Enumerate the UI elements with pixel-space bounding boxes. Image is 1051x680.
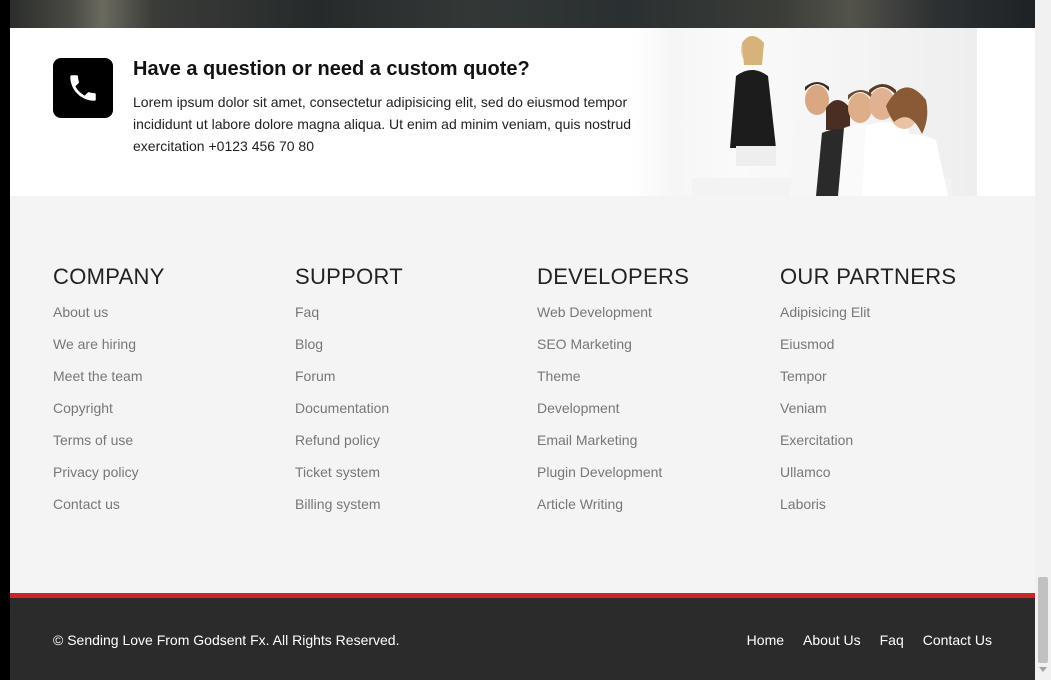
link-exercitation[interactable]: Exercitation — [780, 432, 853, 448]
link-contact-us[interactable]: Contact us — [53, 496, 120, 512]
column-heading: SUPPORT — [295, 264, 404, 289]
link-plugin-development[interactable]: Plugin Development — [537, 464, 662, 480]
link-eiusmod[interactable]: Eiusmod — [780, 336, 834, 352]
link-privacy-policy[interactable]: Privacy policy — [53, 464, 139, 480]
link-development[interactable]: Development — [537, 400, 620, 416]
link-faq[interactable]: Faq — [295, 304, 319, 320]
quote-section: Have a question or need a custom quote? … — [10, 28, 1035, 196]
vertical-scrollbar[interactable] — [1035, 0, 1051, 680]
footer-links: COMPANY About us We are hiring Meet the … — [10, 196, 1035, 593]
link-about-us[interactable]: About us — [53, 304, 108, 320]
bottom-bar: © Sending Love From Godsent Fx. All Righ… — [10, 598, 1035, 680]
link-adipisicing-elit[interactable]: Adipisicing Elit — [780, 304, 870, 320]
link-article-writing[interactable]: Article Writing — [537, 496, 623, 512]
link-blog[interactable]: Blog — [295, 336, 323, 352]
nav-faq[interactable]: Faq — [880, 632, 904, 648]
column-heading: DEVELOPERS — [537, 264, 690, 289]
quote-text: Lorem ipsum dolor sit amet, consectetur … — [133, 94, 632, 154]
nav-home[interactable]: Home — [747, 632, 784, 648]
link-meet-the-team[interactable]: Meet the team — [53, 368, 143, 384]
copyright-text: © Sending Love From Godsent Fx. All Righ… — [53, 632, 400, 648]
link-billing-system[interactable]: Billing system — [295, 496, 381, 512]
column-heading: OUR PARTNERS — [780, 264, 957, 289]
link-refund-policy[interactable]: Refund policy — [295, 432, 380, 448]
scroll-down-arrow-icon[interactable] — [1039, 667, 1047, 672]
link-web-development[interactable]: Web Development — [537, 304, 652, 320]
link-documentation[interactable]: Documentation — [295, 400, 389, 416]
link-laboris[interactable]: Laboris — [780, 496, 826, 512]
footer-column-developers: DEVELOPERS Web Development SEO Marketing… — [537, 264, 767, 528]
link-terms-of-use[interactable]: Terms of use — [53, 432, 133, 448]
phone-icon — [53, 58, 113, 118]
page: Have a question or need a custom quote? … — [10, 0, 1035, 680]
column-heading: COMPANY — [53, 264, 165, 289]
link-tempor[interactable]: Tempor — [780, 368, 827, 384]
bottom-nav: Home About Us Faq Contact Us — [747, 632, 992, 648]
scrollbar-thumb[interactable] — [1038, 577, 1048, 663]
footer-column-partners: OUR PARTNERS Adipisicing Elit Eiusmod Te… — [780, 264, 1010, 528]
link-ullamco[interactable]: Ullamco — [780, 464, 831, 480]
link-email-marketing[interactable]: Email Marketing — [537, 432, 637, 448]
link-theme[interactable]: Theme — [537, 368, 581, 384]
link-forum[interactable]: Forum — [295, 368, 335, 384]
team-photo — [632, 28, 977, 196]
footer-column-support: SUPPORT Faq Blog Forum Documentation Ref… — [295, 264, 525, 528]
link-copyright[interactable]: Copyright — [53, 400, 113, 416]
link-ticket-system[interactable]: Ticket system — [295, 464, 380, 480]
link-seo-marketing[interactable]: SEO Marketing — [537, 336, 632, 352]
footer-column-company: COMPANY About us We are hiring Meet the … — [53, 264, 283, 528]
link-we-are-hiring[interactable]: We are hiring — [53, 336, 136, 352]
link-veniam[interactable]: Veniam — [780, 400, 827, 416]
hero-image-strip — [10, 0, 1035, 28]
nav-about-us[interactable]: About Us — [803, 632, 861, 648]
quote-title: Have a question or need a custom quote? — [133, 58, 530, 80]
nav-contact-us[interactable]: Contact Us — [923, 632, 992, 648]
